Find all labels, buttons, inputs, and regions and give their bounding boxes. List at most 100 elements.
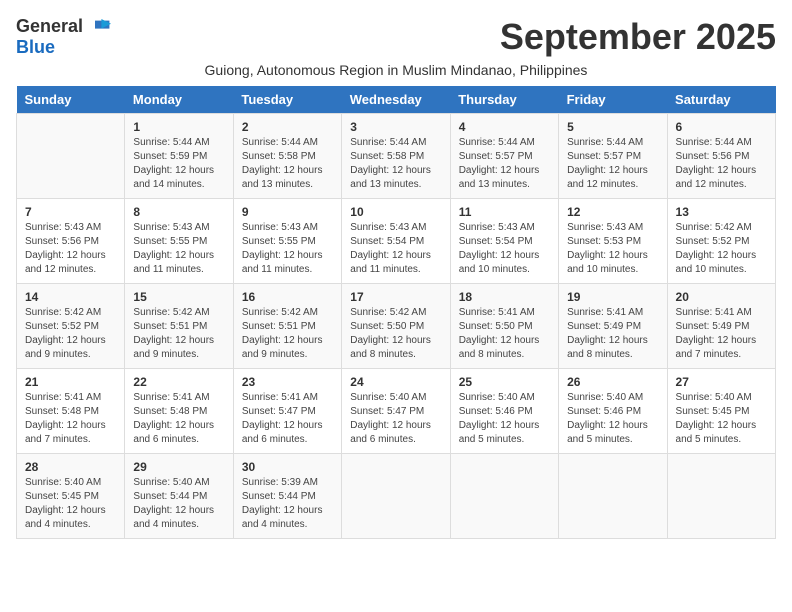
day-info: Sunrise: 5:43 AM Sunset: 5:56 PM Dayligh… (25, 221, 116, 277)
calendar-cell: 8 Sunrise: 5:43 AM Sunset: 5:55 PM Daylig… (125, 199, 233, 284)
day-number: 26 (567, 375, 658, 389)
day-number: 17 (350, 290, 441, 304)
calendar-cell (17, 114, 125, 199)
calendar-cell: 4 Sunrise: 5:44 AM Sunset: 5:57 PM Daylig… (450, 114, 558, 199)
day-info: Sunrise: 5:41 AM Sunset: 5:49 PM Dayligh… (567, 306, 658, 362)
day-header-monday: Monday (125, 86, 233, 114)
calendar-cell: 10 Sunrise: 5:43 AM Sunset: 5:54 PM Dayli… (342, 199, 450, 284)
day-number: 10 (350, 205, 441, 219)
day-number: 15 (133, 290, 224, 304)
day-number: 21 (25, 375, 116, 389)
day-number: 8 (133, 205, 224, 219)
day-number: 16 (242, 290, 333, 304)
calendar-cell (667, 454, 775, 539)
calendar-table: SundayMondayTuesdayWednesdayThursdayFrid… (16, 86, 776, 539)
day-number: 28 (25, 460, 116, 474)
calendar-week-row: 14 Sunrise: 5:42 AM Sunset: 5:52 PM Dayli… (17, 284, 776, 369)
day-info: Sunrise: 5:42 AM Sunset: 5:51 PM Dayligh… (133, 306, 224, 362)
day-info: Sunrise: 5:41 AM Sunset: 5:50 PM Dayligh… (459, 306, 550, 362)
day-number: 9 (242, 205, 333, 219)
day-number: 6 (676, 120, 767, 134)
day-number: 4 (459, 120, 550, 134)
day-info: Sunrise: 5:40 AM Sunset: 5:46 PM Dayligh… (567, 391, 658, 447)
day-number: 7 (25, 205, 116, 219)
calendar-week-row: 21 Sunrise: 5:41 AM Sunset: 5:48 PM Dayli… (17, 369, 776, 454)
day-info: Sunrise: 5:42 AM Sunset: 5:51 PM Dayligh… (242, 306, 333, 362)
day-info: Sunrise: 5:41 AM Sunset: 5:49 PM Dayligh… (676, 306, 767, 362)
calendar-week-row: 7 Sunrise: 5:43 AM Sunset: 5:56 PM Daylig… (17, 199, 776, 284)
day-number: 30 (242, 460, 333, 474)
day-info: Sunrise: 5:42 AM Sunset: 5:50 PM Dayligh… (350, 306, 441, 362)
day-info: Sunrise: 5:44 AM Sunset: 5:57 PM Dayligh… (459, 136, 550, 192)
calendar-cell: 24 Sunrise: 5:40 AM Sunset: 5:47 PM Dayli… (342, 369, 450, 454)
calendar-cell: 7 Sunrise: 5:43 AM Sunset: 5:56 PM Daylig… (17, 199, 125, 284)
day-info: Sunrise: 5:44 AM Sunset: 5:58 PM Dayligh… (242, 136, 333, 192)
day-number: 14 (25, 290, 116, 304)
calendar-cell: 9Sunrise: 5:43 AM Sunset: 5:55 PM Daylig… (233, 199, 341, 284)
day-info: Sunrise: 5:41 AM Sunset: 5:48 PM Dayligh… (25, 391, 116, 447)
day-number: 23 (242, 375, 333, 389)
day-info: Sunrise: 5:43 AM Sunset: 5:54 PM Dayligh… (350, 221, 441, 277)
day-info: Sunrise: 5:43 AM Sunset: 5:53 PM Dayligh… (567, 221, 658, 277)
calendar-cell: 21 Sunrise: 5:41 AM Sunset: 5:48 PM Dayli… (17, 369, 125, 454)
calendar-cell (342, 454, 450, 539)
calendar-cell: 16 Sunrise: 5:42 AM Sunset: 5:51 PM Dayli… (233, 284, 341, 369)
day-number: 20 (676, 290, 767, 304)
calendar-cell: 25Sunrise: 5:40 AM Sunset: 5:46 PM Dayli… (450, 369, 558, 454)
calendar-week-row: 1 Sunrise: 5:44 AM Sunset: 5:59 PM Daylig… (17, 114, 776, 199)
day-info: Sunrise: 5:40 AM Sunset: 5:47 PM Dayligh… (350, 391, 441, 447)
calendar-cell: 29Sunrise: 5:40 AM Sunset: 5:44 PM Dayli… (125, 454, 233, 539)
logo: General Blue (16, 16, 111, 58)
logo-icon (87, 17, 111, 37)
day-header-wednesday: Wednesday (342, 86, 450, 114)
calendar-cell (559, 454, 667, 539)
calendar-cell: 2Sunrise: 5:44 AM Sunset: 5:58 PM Daylig… (233, 114, 341, 199)
page-header: General Blue September 2025 (16, 16, 776, 58)
calendar-cell: 11Sunrise: 5:43 AM Sunset: 5:54 PM Dayli… (450, 199, 558, 284)
day-number: 1 (133, 120, 224, 134)
day-info: Sunrise: 5:44 AM Sunset: 5:59 PM Dayligh… (133, 136, 224, 192)
day-info: Sunrise: 5:44 AM Sunset: 5:57 PM Dayligh… (567, 136, 658, 192)
calendar-cell: 28 Sunrise: 5:40 AM Sunset: 5:45 PM Dayli… (17, 454, 125, 539)
calendar-week-row: 28 Sunrise: 5:40 AM Sunset: 5:45 PM Dayli… (17, 454, 776, 539)
day-info: Sunrise: 5:42 AM Sunset: 5:52 PM Dayligh… (676, 221, 767, 277)
calendar-cell: 27Sunrise: 5:40 AM Sunset: 5:45 PM Dayli… (667, 369, 775, 454)
day-number: 3 (350, 120, 441, 134)
day-number: 27 (676, 375, 767, 389)
day-header-tuesday: Tuesday (233, 86, 341, 114)
calendar-cell: 22 Sunrise: 5:41 AM Sunset: 5:48 PM Dayli… (125, 369, 233, 454)
day-number: 5 (567, 120, 658, 134)
calendar-cell: 17 Sunrise: 5:42 AM Sunset: 5:50 PM Dayli… (342, 284, 450, 369)
day-number: 25 (459, 375, 550, 389)
day-info: Sunrise: 5:41 AM Sunset: 5:47 PM Dayligh… (242, 391, 333, 447)
calendar-cell: 1 Sunrise: 5:44 AM Sunset: 5:59 PM Daylig… (125, 114, 233, 199)
calendar-cell: 6 Sunrise: 5:44 AM Sunset: 5:56 PM Daylig… (667, 114, 775, 199)
calendar-cell: 12Sunrise: 5:43 AM Sunset: 5:53 PM Dayli… (559, 199, 667, 284)
day-header-sunday: Sunday (17, 86, 125, 114)
calendar-cell: 13 Sunrise: 5:42 AM Sunset: 5:52 PM Dayli… (667, 199, 775, 284)
day-number: 24 (350, 375, 441, 389)
calendar-cell (450, 454, 558, 539)
day-info: Sunrise: 5:39 AM Sunset: 5:44 PM Dayligh… (242, 476, 333, 532)
day-header-saturday: Saturday (667, 86, 775, 114)
day-info: Sunrise: 5:41 AM Sunset: 5:48 PM Dayligh… (133, 391, 224, 447)
subtitle: Guiong, Autonomous Region in Muslim Mind… (16, 62, 776, 78)
calendar-cell: 5 Sunrise: 5:44 AM Sunset: 5:57 PM Daylig… (559, 114, 667, 199)
days-header-row: SundayMondayTuesdayWednesdayThursdayFrid… (17, 86, 776, 114)
calendar-cell: 30 Sunrise: 5:39 AM Sunset: 5:44 PM Dayli… (233, 454, 341, 539)
day-info: Sunrise: 5:42 AM Sunset: 5:52 PM Dayligh… (25, 306, 116, 362)
day-info: Sunrise: 5:40 AM Sunset: 5:45 PM Dayligh… (25, 476, 116, 532)
day-info: Sunrise: 5:44 AM Sunset: 5:56 PM Dayligh… (676, 136, 767, 192)
day-number: 22 (133, 375, 224, 389)
day-number: 13 (676, 205, 767, 219)
logo-blue-text: Blue (16, 37, 55, 58)
calendar-cell: 14 Sunrise: 5:42 AM Sunset: 5:52 PM Dayli… (17, 284, 125, 369)
day-header-friday: Friday (559, 86, 667, 114)
day-header-thursday: Thursday (450, 86, 558, 114)
day-info: Sunrise: 5:40 AM Sunset: 5:44 PM Dayligh… (133, 476, 224, 532)
logo-general-text: General (16, 16, 83, 37)
day-info: Sunrise: 5:43 AM Sunset: 5:55 PM Dayligh… (133, 221, 224, 277)
calendar-cell: 18Sunrise: 5:41 AM Sunset: 5:50 PM Dayli… (450, 284, 558, 369)
calendar-cell: 20 Sunrise: 5:41 AM Sunset: 5:49 PM Dayli… (667, 284, 775, 369)
calendar-cell: 15 Sunrise: 5:42 AM Sunset: 5:51 PM Dayli… (125, 284, 233, 369)
